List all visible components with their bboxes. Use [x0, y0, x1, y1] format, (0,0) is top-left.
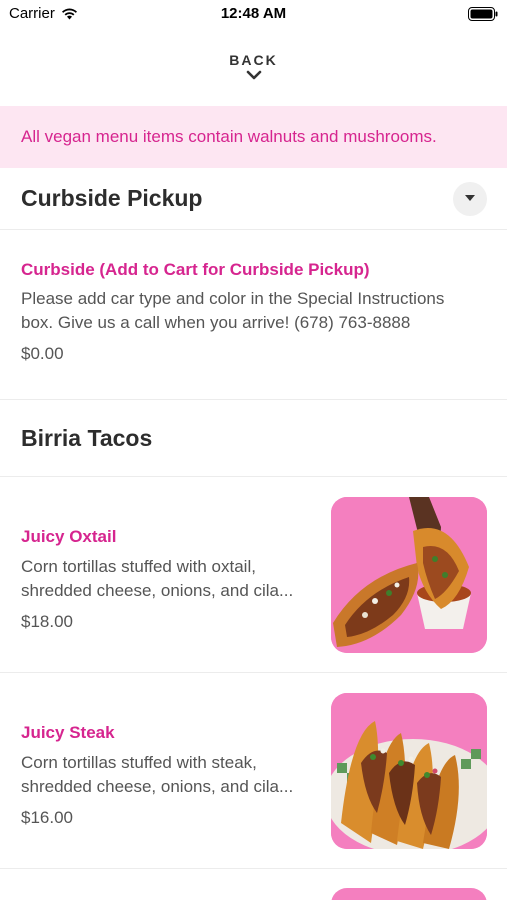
notice-text: All vegan menu items contain walnuts and…: [21, 127, 437, 146]
section-header: Curbside Pickup: [0, 168, 507, 230]
section-dropdown-button[interactable]: [453, 181, 487, 216]
item-price: $16.00: [21, 808, 73, 827]
item-description-line: Please add car type and color in the Spe…: [21, 289, 445, 308]
item-photo: [331, 693, 487, 849]
battery-icon: [468, 7, 498, 21]
item-description: Please add car type and color in the Spe…: [21, 287, 486, 335]
caret-down-icon: [465, 195, 475, 201]
menu-item[interactable]: Juicy Oxtail Corn tortillas stuffed with…: [0, 477, 507, 673]
item-price: $0.00: [21, 344, 64, 363]
clock: 12:48 AM: [220, 5, 287, 22]
item-description-line: shredded cheese, onions, and cila...: [21, 777, 294, 796]
item-name: Juicy Steak: [21, 723, 115, 742]
menu-item[interactable]: Juicy Steak Corn tortillas stuffed with …: [0, 673, 507, 869]
item-description-line: Corn tortillas stuffed with oxtail,: [21, 557, 256, 576]
allergen-notice: All vegan menu items contain walnuts and…: [0, 106, 507, 168]
status-bar: Carrier 12:48 AM: [0, 0, 507, 30]
item-price: $18.00: [21, 612, 73, 631]
item-description-line: shredded cheese, onions, and cila...: [21, 581, 294, 600]
section-title: Curbside Pickup: [21, 185, 203, 211]
item-description: Corn tortillas stuffed with steak, shred…: [21, 751, 311, 799]
item-description-line: box. Give us a call when you arrive! (67…: [21, 313, 411, 332]
item-photo: [331, 888, 487, 900]
menu-item-partial[interactable]: [0, 868, 507, 900]
curbside-item[interactable]: Curbside (Add to Cart for Curbside Picku…: [0, 230, 507, 400]
item-name: Juicy Oxtail: [21, 527, 117, 546]
item-description-line: Corn tortillas stuffed with steak,: [21, 753, 257, 772]
item-description: Corn tortillas stuffed with oxtail, shre…: [21, 555, 311, 603]
back-button[interactable]: BACK: [0, 30, 507, 106]
category-title: Birria Tacos: [21, 424, 153, 451]
back-label: BACK: [229, 52, 278, 68]
category-header: Birria Tacos: [0, 400, 507, 477]
item-name: Curbside (Add to Cart for Curbside Picku…: [21, 260, 370, 279]
chevron-down-icon: [246, 70, 261, 80]
item-photo: [331, 497, 487, 653]
